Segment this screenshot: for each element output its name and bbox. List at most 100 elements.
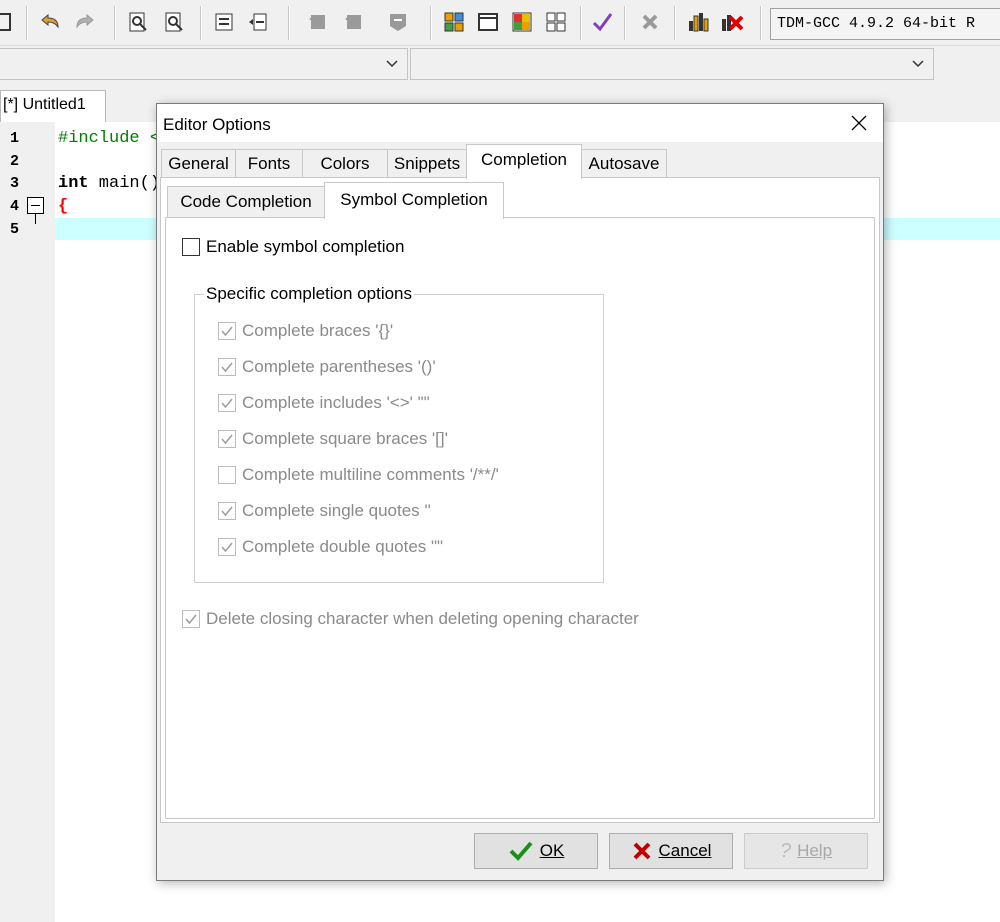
- bookmark-next-icon[interactable]: [342, 10, 366, 34]
- checkmark-icon: [221, 542, 233, 553]
- checkbox-box: [182, 238, 200, 256]
- undo-icon[interactable]: [38, 10, 62, 34]
- toolbar-separator: [760, 6, 762, 40]
- option-complete-includes[interactable]: Complete includes '<>' "": [218, 393, 430, 413]
- fold-toggle-icon[interactable]: [27, 197, 44, 214]
- option-complete-single-quotes[interactable]: Complete single quotes '': [218, 501, 431, 521]
- chevron-down-icon: [912, 60, 924, 68]
- chevron-down-icon: [386, 60, 398, 68]
- checkmark-icon: [221, 362, 233, 373]
- toolbar-separator: [26, 6, 28, 40]
- class-browser-combo[interactable]: [0, 48, 408, 80]
- function-browser-combo[interactable]: [410, 48, 934, 80]
- bookmark-prev-icon[interactable]: [306, 10, 330, 34]
- code-include: #include <: [58, 129, 161, 148]
- x-icon: [633, 842, 650, 860]
- option-label: Complete braces '{}': [242, 321, 394, 340]
- layout-icon[interactable]: [510, 10, 534, 34]
- completion-panel: Code Completion Symbol Completion Enable…: [160, 177, 880, 823]
- checkmark-icon: [221, 398, 233, 409]
- ok-button[interactable]: OK: [474, 833, 598, 869]
- window-icon[interactable]: [476, 10, 500, 34]
- checkbox-box: [218, 430, 236, 448]
- tiles-icon[interactable]: [544, 10, 568, 34]
- close-button[interactable]: [835, 104, 883, 142]
- dialog-titlebar: Editor Options: [157, 104, 883, 142]
- toolbar-separator: [674, 6, 676, 40]
- replace-icon[interactable]: [162, 10, 186, 34]
- option-complete-double-quotes[interactable]: Complete double quotes "": [218, 537, 443, 557]
- symbol-completion-panel: Enable symbol completion Specific comple…: [165, 217, 875, 819]
- code-main: int main(): [58, 174, 160, 193]
- line-gutter: 1 2 3 4 5: [0, 122, 55, 922]
- redo-icon[interactable]: [73, 10, 97, 34]
- tab-fonts[interactable]: Fonts: [235, 149, 303, 178]
- option-label: Complete single quotes '': [242, 501, 431, 520]
- check-syntax-icon[interactable]: [590, 10, 614, 34]
- new-project-icon[interactable]: [442, 10, 466, 34]
- checkmark-icon: [221, 326, 233, 337]
- cancel-button-label: Cancel: [658, 841, 712, 860]
- toolbar-separator: [580, 6, 582, 40]
- checkmark-icon: [221, 434, 233, 445]
- option-label: Complete parentheses '()': [242, 357, 436, 376]
- group-title: Specific completion options: [204, 284, 415, 304]
- checkbox-box: [218, 502, 236, 520]
- main-toolbar: TDM-GCC 4.9.2 64-bit R: [0, 0, 1000, 46]
- file-tab-untitled1[interactable]: [*] Untitled1: [0, 90, 106, 122]
- toolbar-separator: [430, 6, 432, 40]
- dialog-title: Editor Options: [163, 115, 271, 134]
- line-number: 5: [10, 221, 20, 238]
- line-number: 4: [10, 198, 20, 215]
- checkbox-box: [182, 610, 200, 628]
- option-complete-braces[interactable]: Complete braces '{}': [218, 321, 393, 341]
- checkbox-box: [218, 322, 236, 340]
- chart-icon[interactable]: [686, 10, 710, 34]
- delete-profile-icon[interactable]: [720, 10, 744, 34]
- help-button[interactable]: ? Help: [744, 833, 868, 869]
- checkmark-icon: [221, 506, 233, 517]
- option-complete-square-braces[interactable]: Complete square braces '[]': [218, 429, 448, 449]
- help-button-label: Help: [797, 841, 833, 860]
- tab-colors[interactable]: Colors: [302, 149, 388, 178]
- abort-icon[interactable]: [638, 10, 662, 34]
- subtab-symbol-completion[interactable]: Symbol Completion: [324, 182, 504, 219]
- delete-closing-char-checkbox[interactable]: Delete closing character when deleting o…: [182, 609, 639, 629]
- compiler-select[interactable]: TDM-GCC 4.9.2 64-bit R: [770, 8, 1000, 40]
- checkbox-label: Delete closing character when deleting o…: [206, 609, 639, 628]
- option-label: Complete multiline comments '/**/': [242, 465, 499, 484]
- check-icon: [509, 841, 533, 861]
- code-main-rest: main(): [88, 174, 161, 193]
- checkmark-icon: [185, 614, 197, 625]
- toolbar-separator: [114, 6, 116, 40]
- checkbox-box: [218, 466, 236, 484]
- tab-autosave[interactable]: Autosave: [581, 149, 667, 178]
- checkbox-box: [218, 358, 236, 376]
- tab-completion[interactable]: Completion: [466, 144, 582, 179]
- checkbox-label: Enable symbol completion: [206, 237, 405, 256]
- options-tabs: General Fonts Colors Snippets Completion…: [157, 144, 883, 179]
- fold-line: [35, 214, 36, 224]
- cancel-button[interactable]: Cancel: [609, 833, 733, 869]
- line-number: 3: [10, 175, 20, 192]
- indent-icon[interactable]: [212, 10, 236, 34]
- checkbox-box: [218, 394, 236, 412]
- code-open-brace: {: [58, 197, 69, 216]
- completion-subtabs: Code Completion Symbol Completion: [161, 178, 879, 219]
- code-keyword-int: int: [58, 174, 89, 193]
- option-label: Complete includes '<>' "": [242, 393, 430, 412]
- unindent-icon[interactable]: [246, 10, 270, 34]
- find-icon[interactable]: [126, 10, 150, 34]
- enable-symbol-completion-checkbox[interactable]: Enable symbol completion: [182, 237, 404, 257]
- line-number: 1: [10, 130, 20, 147]
- toolbar-separator: [288, 6, 290, 40]
- tab-general[interactable]: General: [161, 149, 236, 178]
- option-complete-multiline-comments[interactable]: Complete multiline comments '/**/': [218, 465, 499, 485]
- option-complete-parentheses[interactable]: Complete parentheses '()': [218, 357, 436, 377]
- tab-snippets[interactable]: Snippets: [387, 149, 467, 178]
- save-icon[interactable]: [0, 10, 16, 34]
- editor-options-dialog: Editor Options General Fonts Colors Snip…: [156, 103, 884, 881]
- goto-line-icon[interactable]: [386, 10, 410, 34]
- subtab-code-completion[interactable]: Code Completion: [167, 186, 325, 218]
- toolbar-separator: [624, 6, 626, 40]
